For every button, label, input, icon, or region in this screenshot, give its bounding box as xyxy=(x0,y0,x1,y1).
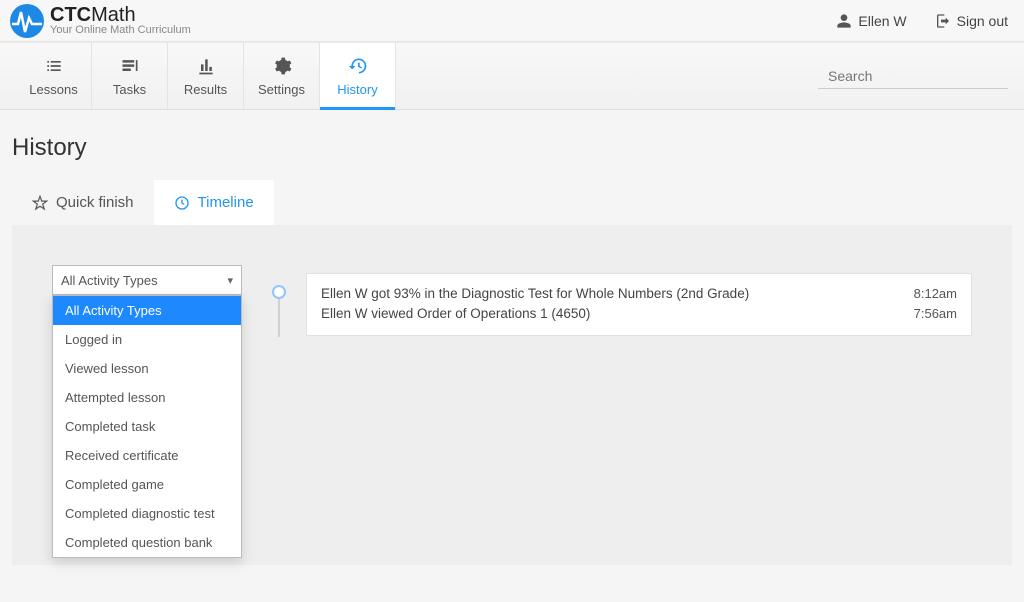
activity-filter-select[interactable]: All Activity Types ▾ xyxy=(52,265,242,295)
signout-icon xyxy=(935,13,951,29)
signout-label: Sign out xyxy=(957,13,1008,29)
events-card: Ellen W got 93% in the Diagnostic Test f… xyxy=(306,273,972,336)
content-area: Quick finish Timeline All Activity Types… xyxy=(12,180,1012,565)
topbar: CTCMath Your Online Math Curriculum Elle… xyxy=(0,0,1024,42)
event-time: 7:56am xyxy=(914,304,957,324)
nav-history[interactable]: History xyxy=(320,43,396,109)
gear-icon xyxy=(272,56,292,76)
nav-tasks-label: Tasks xyxy=(113,82,146,97)
user-icon xyxy=(836,13,852,29)
user-menu[interactable]: Ellen W xyxy=(836,13,906,29)
nav-lessons-label: Lessons xyxy=(29,82,77,97)
top-actions: Ellen W Sign out xyxy=(836,13,1008,29)
filter-selected: All Activity Types xyxy=(61,273,158,288)
navbar: Lessons Tasks Results Settings History xyxy=(0,42,1024,110)
filter-option[interactable]: Completed diagnostic test xyxy=(53,499,241,528)
nav-results-label: Results xyxy=(184,82,227,97)
filter-wrap: All Activity Types ▾ All Activity TypesL… xyxy=(52,265,242,295)
tab-quick-finish[interactable]: Quick finish xyxy=(12,180,154,225)
filter-option[interactable]: All Activity Types xyxy=(53,296,241,325)
filter-option[interactable]: Completed task xyxy=(53,412,241,441)
filter-option[interactable]: Viewed lesson xyxy=(53,354,241,383)
filter-option[interactable]: Logged in xyxy=(53,325,241,354)
timeline-marker xyxy=(272,285,286,337)
user-name: Ellen W xyxy=(858,13,906,29)
filter-option[interactable]: Received certificate xyxy=(53,441,241,470)
logo-mark xyxy=(10,4,44,38)
tab-quick-label: Quick finish xyxy=(56,194,134,211)
chart-icon xyxy=(196,56,216,76)
logo[interactable]: CTCMath Your Online Math Curriculum xyxy=(10,4,191,38)
tab-timeline-label: Timeline xyxy=(198,194,254,211)
brand-bold: CTC xyxy=(50,4,91,26)
activity-filter-dropdown: All Activity TypesLogged inViewed lesson… xyxy=(52,295,242,558)
timeline-panel: All Activity Types ▾ All Activity TypesL… xyxy=(12,225,1012,565)
brand-thin: Math xyxy=(91,4,135,26)
nav-results[interactable]: Results xyxy=(168,43,244,109)
tab-timeline[interactable]: Timeline xyxy=(154,180,274,225)
history-icon xyxy=(348,56,368,76)
logo-text: CTCMath Your Online Math Curriculum xyxy=(50,5,191,36)
search-input[interactable] xyxy=(828,68,1009,84)
event-text: Ellen W viewed Order of Operations 1 (46… xyxy=(321,304,590,324)
filter-option[interactable]: Completed question bank xyxy=(53,528,241,557)
brand-tagline: Your Online Math Curriculum xyxy=(50,25,191,36)
event-time: 8:12am xyxy=(914,284,957,304)
signout-button[interactable]: Sign out xyxy=(935,13,1008,29)
list-icon xyxy=(44,56,64,76)
timeline-dot xyxy=(272,285,286,299)
nav-tasks[interactable]: Tasks xyxy=(92,43,168,109)
nav-history-label: History xyxy=(337,82,377,97)
timeline-line xyxy=(278,299,280,337)
tabs: Quick finish Timeline xyxy=(12,180,1012,225)
filter-option[interactable]: Attempted lesson xyxy=(53,383,241,412)
search-box[interactable] xyxy=(818,64,1008,89)
event-text: Ellen W got 93% in the Diagnostic Test f… xyxy=(321,284,749,304)
filter-option[interactable]: Completed game xyxy=(53,470,241,499)
tasks-icon xyxy=(120,56,140,76)
event-row: Ellen W got 93% in the Diagnostic Test f… xyxy=(321,284,957,304)
nav-settings[interactable]: Settings xyxy=(244,43,320,109)
page-title: History xyxy=(0,110,1024,180)
nav-lessons[interactable]: Lessons xyxy=(16,43,92,109)
star-icon xyxy=(32,195,48,211)
nav-settings-label: Settings xyxy=(258,82,305,97)
clock-icon xyxy=(174,195,190,211)
chevron-down-icon: ▾ xyxy=(227,274,233,287)
event-row: Ellen W viewed Order of Operations 1 (46… xyxy=(321,304,957,324)
